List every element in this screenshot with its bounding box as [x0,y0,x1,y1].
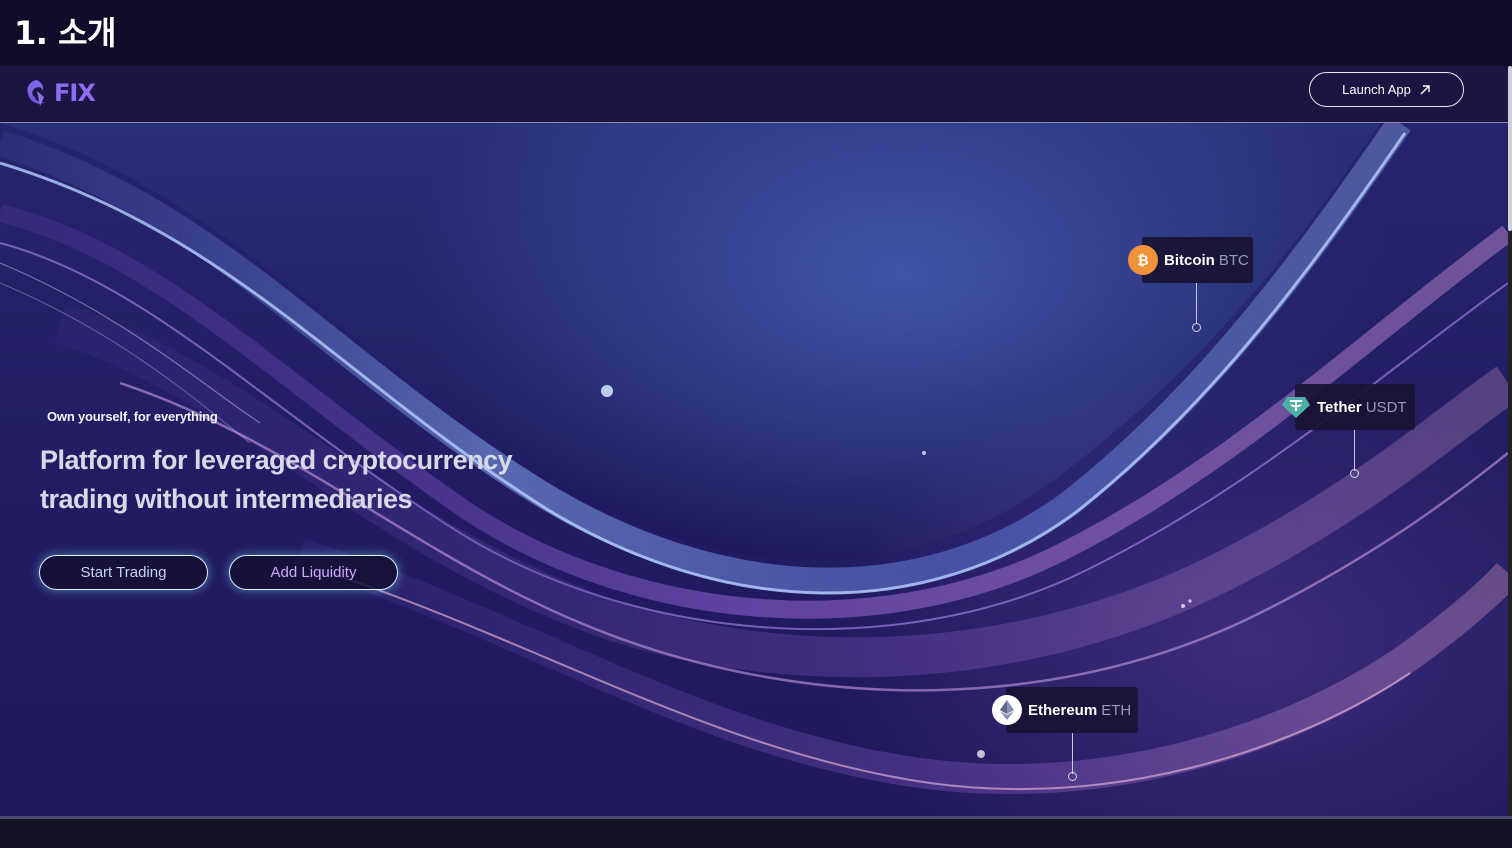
tether-connector-line [1354,430,1355,471]
logo-text: FIX [54,79,96,107]
bottom-bar [0,816,1512,848]
bitcoin-icon: ₿ [1128,245,1158,275]
page-scrollbar[interactable] [1508,66,1512,816]
bitcoin-connector-line [1196,283,1197,324]
hero-tagline: Own yourself, for everything [47,409,218,424]
tether-icon [1281,391,1311,421]
coin-tag-bitcoin: Bitcoin BTC [1142,237,1253,283]
coin-tag-tether: Tether USDT [1295,384,1415,430]
coin-symbol: ETH [1101,701,1132,719]
svg-text:₿: ₿ [1137,253,1148,269]
logo[interactable]: FIX [22,78,96,108]
launch-app-button[interactable]: Launch App [1309,72,1464,107]
coin-name: Bitcoin [1164,251,1215,269]
slide-title: 1. 소개 [14,14,116,52]
coin-tag-ethereum: Ethereum ETH [1006,687,1138,733]
tether-connector-dot [1350,469,1359,478]
start-trading-button[interactable]: Start Trading [39,555,208,590]
scrollbar-thumb[interactable] [1508,66,1512,231]
coin-symbol: BTC [1218,251,1249,269]
hero-section: Own yourself, for everything Platform fo… [0,123,1508,816]
hero-headline: Platform for leveraged cryptocurrency tr… [40,445,513,514]
arrow-up-right-icon [1420,84,1430,94]
launch-app-label: Launch App [1342,82,1411,97]
app-window: FIX Launch App Own yourself, for everyth… [0,66,1508,816]
ethereum-icon [992,695,1022,725]
coin-name: Tether [1317,398,1362,416]
add-liquidity-button[interactable]: Add Liquidity [229,555,398,590]
coin-symbol: USDT [1365,398,1407,416]
ethereum-connector-dot [1068,772,1077,781]
bottom-divider [0,816,1512,819]
logo-mark-icon [27,80,45,106]
top-navbar: FIX Launch App [0,66,1508,123]
coin-name: Ethereum [1028,701,1098,719]
ethereum-connector-line [1072,733,1073,774]
bitcoin-connector-dot [1192,323,1201,332]
